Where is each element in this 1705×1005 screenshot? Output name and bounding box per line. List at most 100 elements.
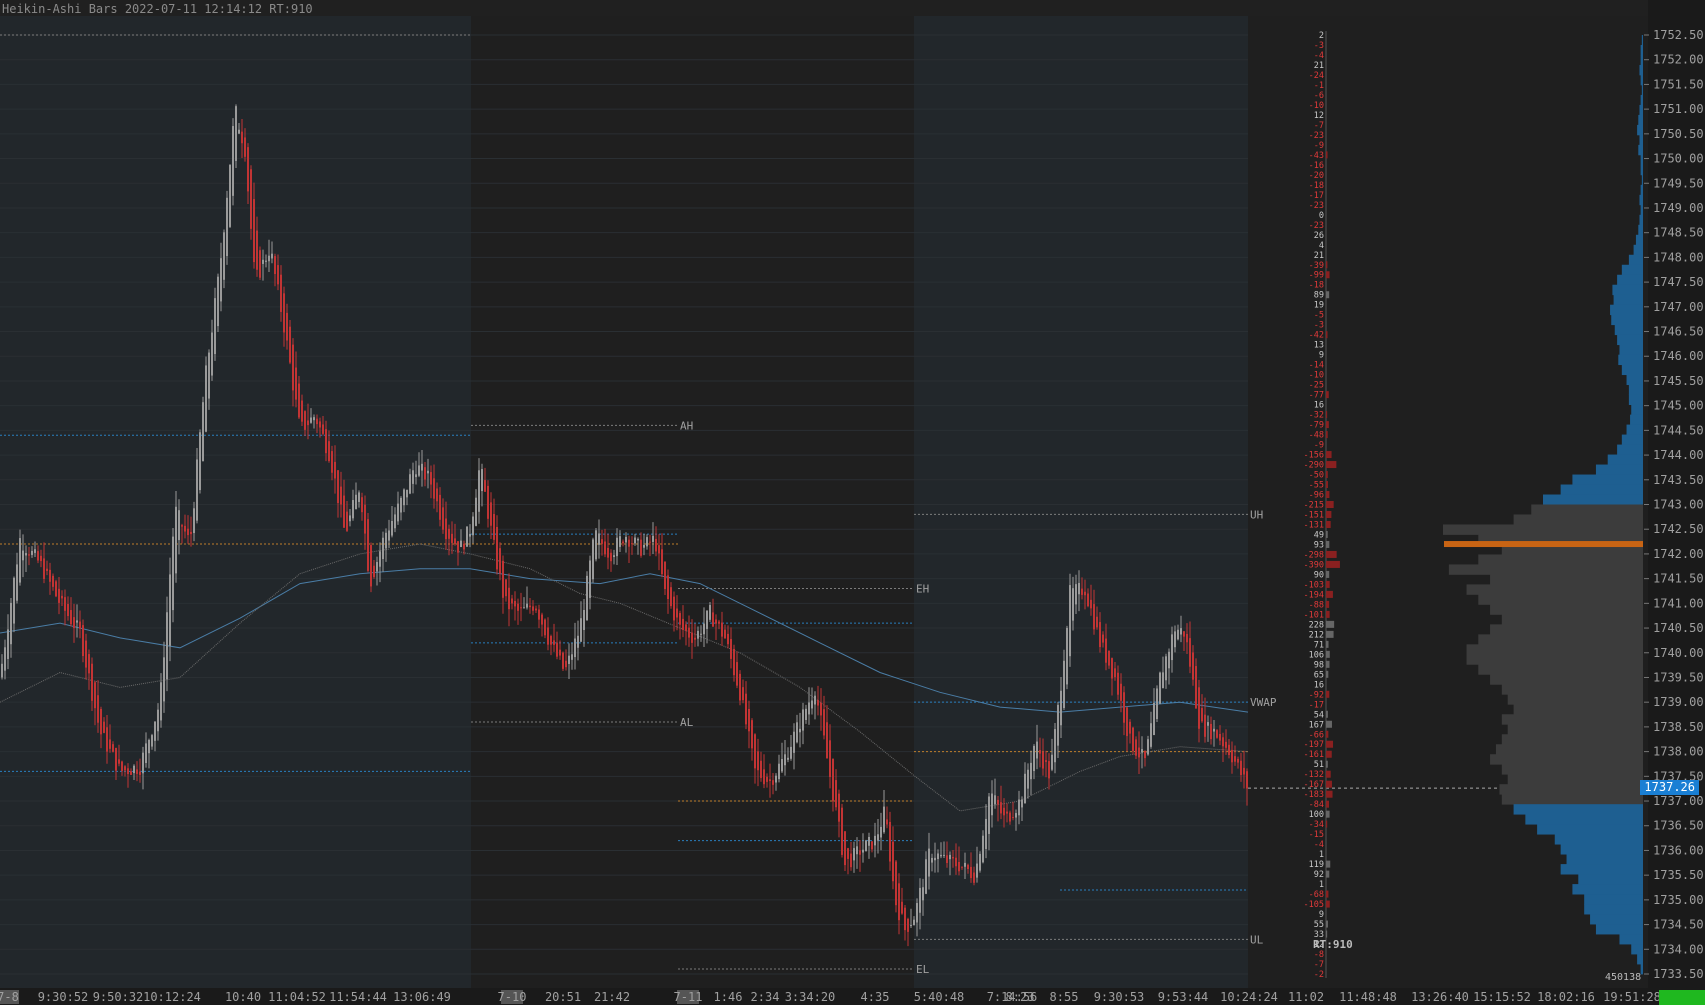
candle-body: [736, 662, 738, 686]
candle-body: [541, 614, 543, 625]
vp-bar-43: [1595, 464, 1643, 475]
candle-body: [1015, 813, 1017, 818]
candle-body: [760, 760, 762, 778]
y-tick-label-17: 1742.00: [1653, 547, 1704, 561]
candle-body: [55, 581, 57, 597]
candle-body: [280, 274, 282, 312]
candle-body: [481, 469, 483, 492]
candle-body: [451, 533, 453, 543]
vp-bar-63: [1478, 664, 1643, 675]
candle-body: [652, 535, 654, 542]
candle-body: [727, 633, 729, 645]
candle-body: [949, 854, 951, 860]
candle-body: [664, 561, 666, 590]
y-tick-label-25: 1746.00: [1653, 349, 1704, 363]
candle-body: [1024, 773, 1026, 804]
candle-body: [511, 598, 513, 604]
delta-bar-70: [1326, 730, 1329, 738]
candle-body: [622, 541, 624, 544]
delta-value-3: 21: [1314, 61, 1324, 71]
candle-body: [883, 806, 885, 833]
candle-body: [1000, 802, 1002, 814]
candle-body: [289, 326, 291, 363]
delta-bar-78: [1326, 810, 1330, 818]
y-tick-label-34: 1750.50: [1653, 127, 1704, 141]
vp-bar-7: [1639, 104, 1643, 116]
y-tick-label-0: 1733.50: [1653, 967, 1704, 981]
candle-body: [862, 849, 864, 853]
delta-value-44: -50: [1309, 471, 1324, 481]
candle-body: [1084, 591, 1086, 596]
candle-body: [994, 795, 996, 805]
delta-value-20: 26: [1314, 231, 1324, 241]
candle-body: [1192, 652, 1194, 680]
vp-bar-33: [1621, 364, 1643, 376]
candle-body: [631, 543, 633, 545]
vp-bar-1: [1640, 44, 1643, 56]
vp-bar-69: [1507, 724, 1643, 735]
candle-body: [745, 693, 747, 725]
vp-bar-39: [1626, 424, 1643, 435]
vp-bar-48: [1513, 514, 1643, 525]
candle-body: [814, 695, 816, 705]
delta-bar-39: [1326, 421, 1329, 429]
vp-bar-28: [1611, 314, 1643, 326]
vp-bar-60: [1478, 634, 1643, 645]
candle-body: [646, 537, 648, 547]
vp-bar-58: [1501, 614, 1643, 625]
current-price-badge: 1737.26: [1640, 780, 1699, 795]
delta-value-80: -15: [1309, 830, 1324, 840]
delta-value-29: -3: [1314, 321, 1324, 331]
candle-body: [346, 511, 348, 531]
delta-bar-46: [1326, 491, 1330, 499]
candle-body: [46, 568, 48, 571]
candle-body: [1144, 750, 1146, 759]
candle-body: [52, 575, 54, 587]
vp-bar-73: [1501, 764, 1643, 775]
x-tick-label-12: 1:46: [714, 990, 743, 1004]
vp-bar-14: [1641, 174, 1643, 186]
candle-body: [430, 472, 432, 485]
delta-bar-73: [1326, 760, 1328, 768]
candle-body: [805, 708, 807, 721]
y-tick-label-35: 1751.00: [1653, 102, 1704, 116]
delta-bar-40: [1326, 431, 1328, 439]
candle-body: [1132, 727, 1134, 752]
candle-body: [304, 411, 306, 430]
candle-body: [649, 541, 651, 543]
candle-body: [427, 470, 429, 474]
candle-body: [703, 623, 705, 635]
candle-body: [4, 647, 6, 671]
candle-body: [970, 866, 972, 879]
y-tick-label-9: 1738.00: [1653, 745, 1704, 759]
candle-body: [1213, 728, 1215, 732]
candle-body: [712, 612, 714, 627]
vp-bar-26: [1613, 294, 1643, 306]
candle-body: [31, 550, 33, 555]
candle-body: [1081, 588, 1083, 595]
vp-bar-72: [1490, 754, 1643, 765]
delta-value-79: -34: [1309, 820, 1324, 830]
delta-value-59: 228: [1309, 620, 1324, 630]
candle-body: [424, 467, 426, 480]
candle-body: [1030, 762, 1032, 780]
candle-body: [1126, 707, 1128, 737]
delta-value-54: 90: [1314, 570, 1324, 580]
candle-body: [415, 474, 417, 478]
candle-body: [1021, 799, 1023, 808]
delta-value-15: -18: [1309, 181, 1324, 191]
candle-body: [1222, 737, 1224, 747]
candle-body: [22, 550, 24, 561]
candle-body: [595, 530, 597, 560]
chart-canvas[interactable]: AHALEHELUHULVWAP 2-3-421-24-1-6-1012-7-2…: [0, 0, 1705, 1005]
time-axis[interactable]: 7-8 9:30:52 9:50:32 10:12:24 10:40 11:04:52 11…: [0, 990, 1661, 1004]
candle-body: [637, 538, 639, 541]
candle-body: [220, 258, 222, 302]
delta-value-32: 9: [1319, 351, 1324, 361]
candle-body: [151, 735, 153, 747]
candle-body: [898, 883, 900, 921]
candle-body: [79, 621, 81, 629]
candle-body: [1033, 745, 1035, 772]
candle-body: [1, 663, 3, 678]
x-tick-label-20: 9:30:53: [1094, 990, 1145, 1004]
